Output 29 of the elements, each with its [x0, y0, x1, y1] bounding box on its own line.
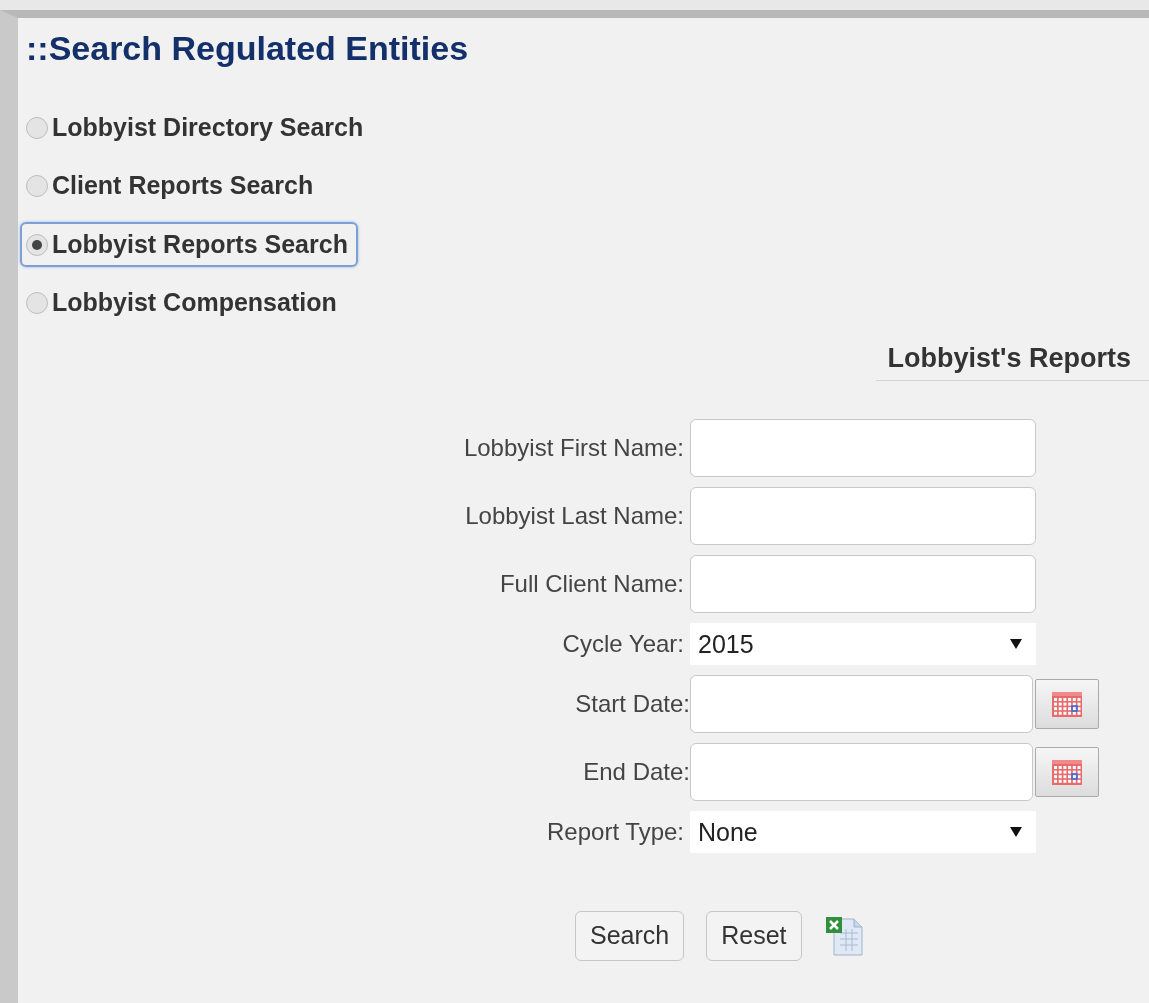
- calendar-button[interactable]: [1035, 747, 1099, 798]
- input-field[interactable]: [690, 555, 1036, 614]
- search-option[interactable]: Client Reports Search: [20, 163, 324, 209]
- field-label: Start Date:: [574, 689, 690, 720]
- date-field[interactable]: [690, 743, 1033, 802]
- form-button[interactable]: Search: [575, 911, 685, 961]
- calendar-icon: [1051, 758, 1083, 787]
- field-label: Lobbyist First Name:: [462, 433, 685, 464]
- calendar-button[interactable]: [1035, 679, 1099, 730]
- search-option[interactable]: Lobbyist Reports Search: [20, 221, 358, 268]
- section-heading: Lobbyist's Reports: [875, 337, 1149, 382]
- dropdown[interactable]: 2015: [690, 623, 1036, 666]
- dropdown[interactable]: None: [690, 811, 1036, 854]
- field-label: Report Type:: [546, 817, 685, 848]
- input-field[interactable]: [690, 487, 1036, 546]
- field-label: Full Client Name:: [498, 569, 685, 600]
- search-option[interactable]: Lobbyist Directory Search: [20, 104, 374, 151]
- dropdown-arrow-icon: [1010, 827, 1022, 838]
- field-label: Cycle Year:: [561, 629, 685, 660]
- form-button[interactable]: Reset: [706, 911, 802, 961]
- spreadsheet-icon[interactable]: [823, 915, 864, 958]
- field-label: End Date:: [582, 757, 690, 788]
- field-label: Lobbyist Last Name:: [464, 501, 685, 532]
- date-field[interactable]: [690, 675, 1033, 734]
- page-title: ::Search Regulated Entities: [26, 28, 470, 69]
- search-option[interactable]: Lobbyist Compensation: [20, 280, 347, 326]
- dropdown-arrow-icon: [1010, 639, 1022, 650]
- calendar-icon: [1051, 690, 1083, 719]
- input-field[interactable]: [690, 419, 1036, 478]
